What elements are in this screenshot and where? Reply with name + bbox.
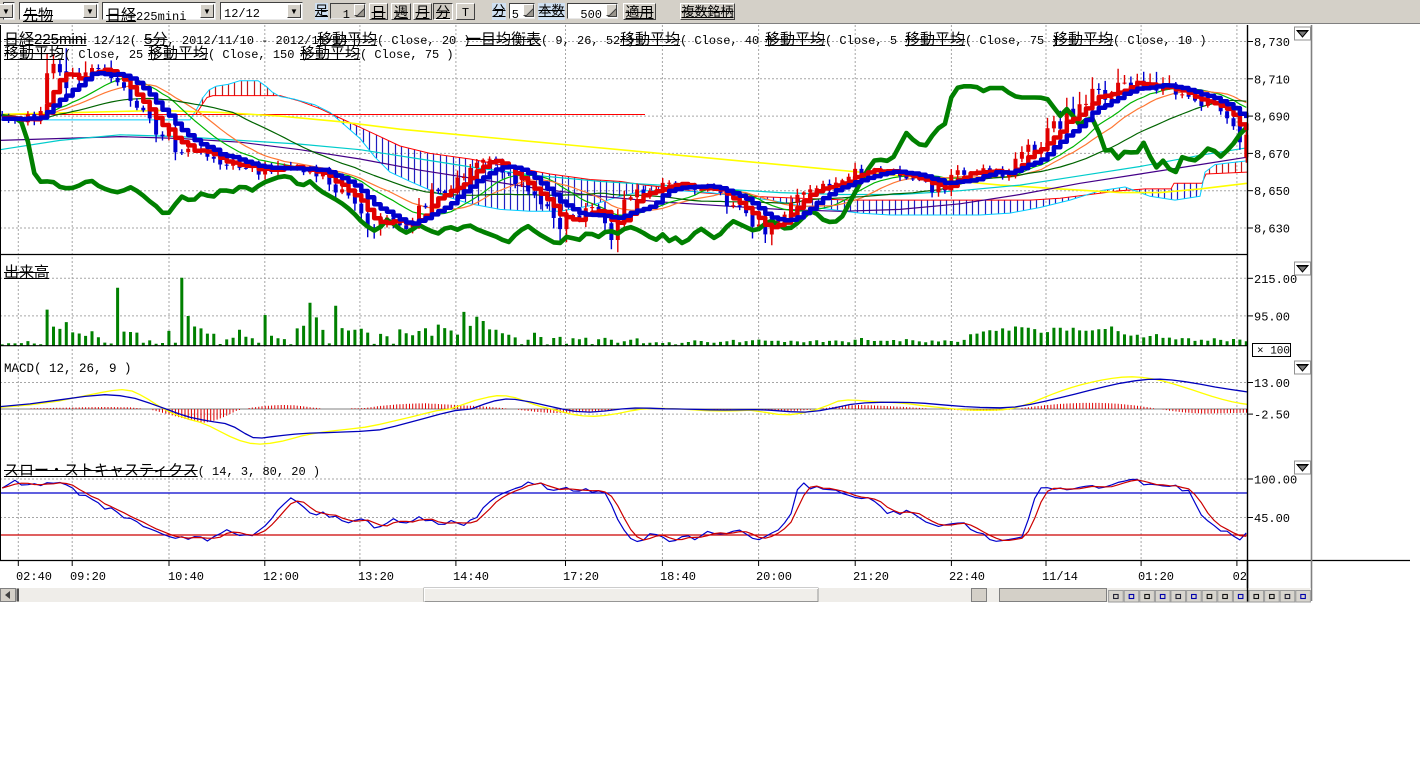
svg-text:MACD( 12, 26, 9 ): MACD( 12, 26, 9 ) — [4, 362, 132, 376]
svg-text:13:20: 13:20 — [358, 570, 394, 584]
svg-text:22:40: 22:40 — [949, 570, 985, 584]
svg-text:8,690: 8,690 — [1254, 111, 1290, 125]
svg-text:8,710: 8,710 — [1254, 73, 1290, 87]
svg-text:8,650: 8,650 — [1254, 185, 1290, 199]
svg-text:01:20: 01:20 — [1138, 570, 1174, 584]
svg-text:11/14: 11/14 — [1042, 570, 1078, 584]
svg-text:02:40: 02:40 — [16, 570, 52, 584]
svg-text:8,670: 8,670 — [1254, 148, 1290, 162]
svg-text:215.00: 215.00 — [1254, 273, 1297, 287]
svg-text:100.00: 100.00 — [1254, 474, 1297, 488]
svg-text:17:20: 17:20 — [563, 570, 599, 584]
svg-text:10:40: 10:40 — [168, 570, 204, 584]
svg-text:8,730: 8,730 — [1254, 36, 1290, 50]
svg-text:8,630: 8,630 — [1254, 223, 1290, 237]
svg-text:09:20: 09:20 — [70, 570, 106, 584]
svg-text:21:20: 21:20 — [853, 570, 889, 584]
svg-text:18:40: 18:40 — [660, 570, 696, 584]
svg-text:95.00: 95.00 — [1254, 310, 1290, 324]
svg-text:-2.50: -2.50 — [1254, 409, 1290, 423]
svg-text:02: 02 — [1233, 570, 1247, 584]
svg-text:20:00: 20:00 — [756, 570, 792, 584]
svg-text:45.00: 45.00 — [1254, 512, 1290, 526]
svg-text:13.00: 13.00 — [1254, 377, 1290, 391]
svg-text:× 100: × 100 — [1257, 346, 1290, 358]
svg-text:12:00: 12:00 — [263, 570, 299, 584]
svg-text:14:40: 14:40 — [453, 570, 489, 584]
